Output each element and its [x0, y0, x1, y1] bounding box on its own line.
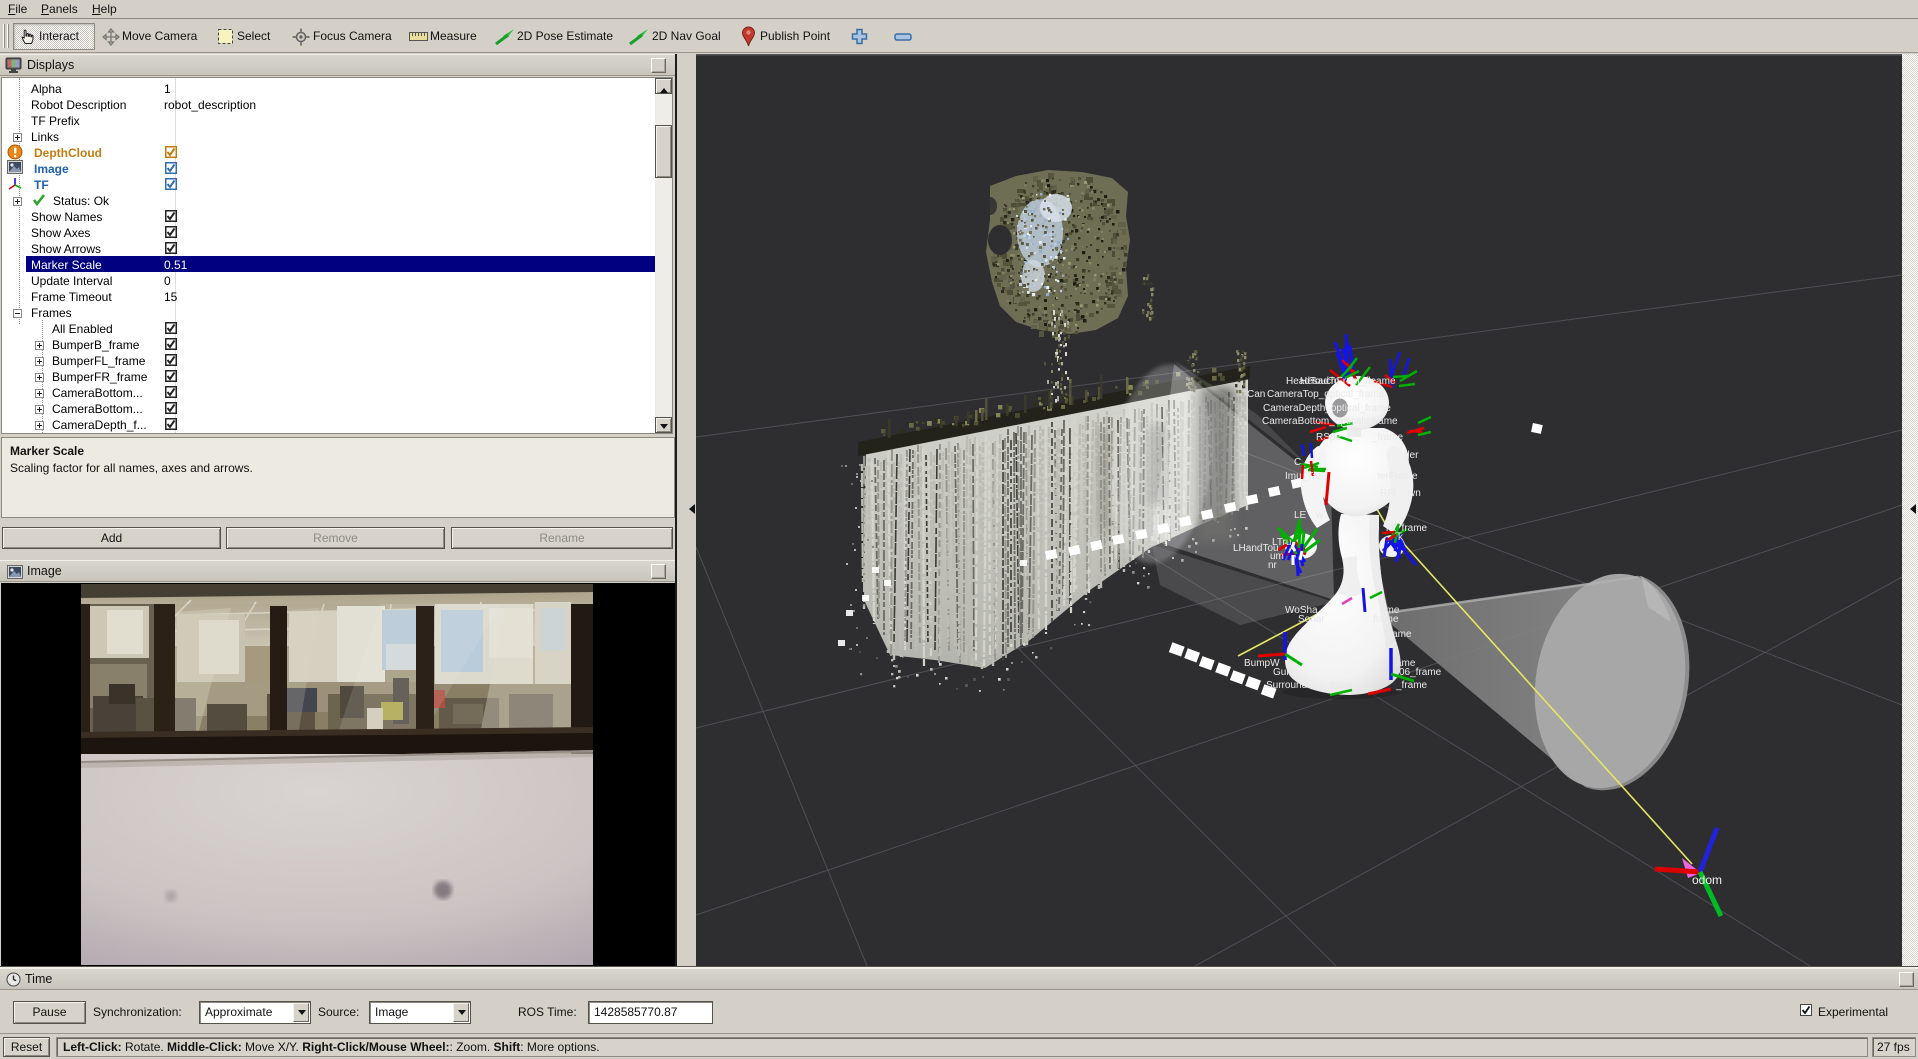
svg-text:Imu_Tar: Imu_Tar: [1285, 471, 1322, 482]
svg-text:frame: frame: [1373, 614, 1399, 625]
svg-text:Can: Can: [1247, 389, 1265, 400]
svg-text:_frame: _frame: [1395, 680, 1428, 691]
svg-text:CameraTop_optical_frame: CameraTop_optical_frame: [1267, 389, 1385, 400]
svg-text:CameraBottom_opticalmframe: CameraBottom_opticalmframe: [1262, 416, 1398, 427]
svg-text:der: der: [1404, 450, 1419, 461]
svg-text:LE: LE: [1294, 510, 1307, 521]
svg-text:Gun: Gun: [1273, 667, 1292, 678]
svg-text:C: C: [1294, 457, 1301, 468]
svg-text:HesadTo: HesadTo: [1300, 376, 1340, 387]
svg-text:terFrame: terFrame: [1377, 471, 1418, 482]
svg-text:_frame: _frame: [1371, 432, 1404, 443]
svg-text:RFi: RFi: [1380, 488, 1396, 499]
svg-text:Surroundi: Surroundi: [1266, 680, 1309, 691]
svg-text:kk_frame: kk_frame: [1386, 523, 1428, 534]
svg-text:Sonar: Sonar: [1298, 614, 1325, 625]
svg-text:nr: nr: [1268, 560, 1278, 571]
svg-text:CameraDepth_optical_frame: CameraDepth_optical_frame: [1263, 403, 1391, 414]
svg-text:frame: frame: [1330, 680, 1356, 691]
svg-text:06_frame: 06_frame: [1399, 667, 1442, 678]
svg-text:w: w: [1315, 510, 1324, 521]
svg-text:wn: wn: [1407, 488, 1421, 499]
svg-text:odom: odom: [1692, 873, 1722, 887]
svg-text:RSpe: RSpe: [1316, 432, 1341, 443]
